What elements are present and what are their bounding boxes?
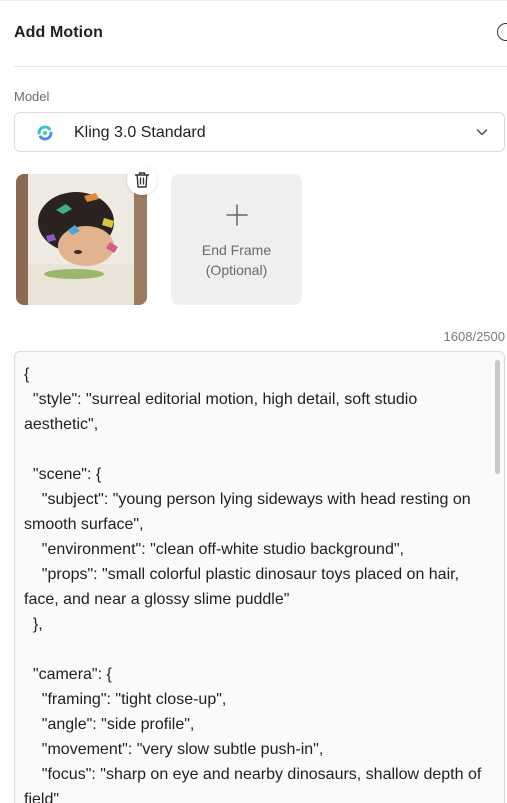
portrait-image	[16, 174, 147, 305]
character-count: 1608/2500	[443, 329, 505, 344]
start-frame-thumbnail[interactable]	[16, 174, 147, 305]
prompt-text[interactable]: { "style": "surreal editorial motion, hi…	[24, 362, 486, 803]
prompt-scrollbar[interactable]	[495, 360, 500, 474]
selected-model: Kling 3.0 Standard	[74, 124, 206, 141]
prompt-textarea[interactable]: { "style": "surreal editorial motion, hi…	[14, 351, 505, 803]
model-label: Model	[14, 89, 50, 104]
model-dropdown[interactable]: Kling 3.0 Standard	[14, 112, 505, 152]
plus-icon	[226, 204, 248, 226]
add-motion-panel: Add Motion Model Kling 3.0 Standard End …	[0, 0, 507, 803]
end-frame-upload[interactable]: End Frame (Optional)	[171, 174, 302, 305]
trash-icon	[134, 172, 150, 188]
chevron-down-icon	[476, 129, 488, 136]
delete-start-frame-button[interactable]	[127, 165, 157, 195]
kling-logo-icon	[37, 125, 53, 141]
end-frame-label: End Frame (Optional)	[201, 242, 272, 278]
header-divider	[14, 66, 507, 67]
panel-title: Add Motion	[14, 24, 103, 41]
panel-header: Add Motion	[14, 21, 507, 45]
